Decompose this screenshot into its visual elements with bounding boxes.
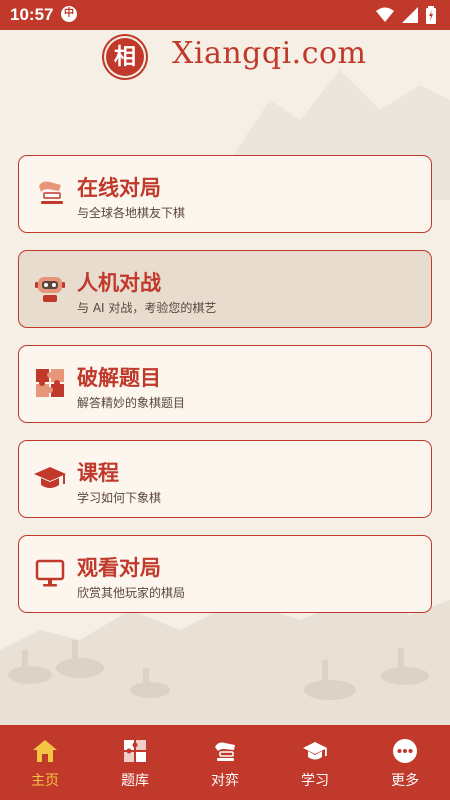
nav-more[interactable]: 更多 bbox=[360, 725, 450, 800]
menu-card-subtitle: 与 AI 对战，考验您的棋艺 bbox=[77, 301, 217, 315]
menu-card-subtitle: 解答精妙的象棋题目 bbox=[77, 396, 186, 410]
puzzle-icon bbox=[124, 740, 146, 762]
nav-label: 学习 bbox=[301, 773, 329, 789]
nav-home[interactable]: 主页 bbox=[0, 725, 90, 800]
play-icon bbox=[215, 742, 235, 761]
status-bar: 10:57 中 bbox=[0, 0, 450, 30]
menu-card-vs-computer[interactable]: 人机对战 与 AI 对战，考验您的棋艺 bbox=[18, 250, 432, 328]
nav-label: 主页 bbox=[31, 773, 59, 789]
menu-card-subtitle: 与全球各地棋友下棋 bbox=[77, 206, 186, 220]
menu-card-lessons[interactable]: 课程 学习如何下象棋 bbox=[18, 440, 432, 518]
home-icon bbox=[33, 740, 57, 762]
wifi-icon bbox=[376, 7, 394, 22]
monitor-icon bbox=[35, 559, 65, 587]
menu-card-title: 观看对局 bbox=[77, 556, 161, 580]
menu-card-online-play[interactable]: 在线对局 与全球各地棋友下棋 bbox=[18, 155, 432, 233]
nav-play[interactable]: 对弈 bbox=[180, 725, 270, 800]
notification-badge: 中 bbox=[61, 6, 77, 22]
menu-card-title: 人机对战 bbox=[77, 271, 161, 295]
header: 相 Xiangqi.com bbox=[0, 30, 450, 90]
menu-card-title: 破解题目 bbox=[77, 366, 161, 390]
graduation-cap-icon bbox=[303, 742, 327, 760]
nav-learn[interactable]: 学习 bbox=[270, 725, 360, 800]
graduation-cap-icon bbox=[34, 467, 66, 488]
puzzle-icon bbox=[36, 369, 64, 397]
nav-label: 对弈 bbox=[211, 773, 239, 789]
robot-icon bbox=[35, 277, 65, 302]
cell-signal-icon bbox=[402, 7, 418, 23]
brand-title: Xiangqi.com bbox=[172, 36, 367, 71]
menu-card-puzzles[interactable]: 破解题目 解答精妙的象棋题目 bbox=[18, 345, 432, 423]
menu-card-title: 在线对局 bbox=[77, 176, 161, 200]
menu-card-watch-games[interactable]: 观看对局 欣赏其他玩家的棋局 bbox=[18, 535, 432, 613]
bottom-nav: 主页 题库 对弈 学习 更多 bbox=[0, 725, 450, 800]
nav-label: 题库 bbox=[121, 773, 149, 789]
menu-card-title: 课程 bbox=[77, 461, 119, 485]
menu-card-subtitle: 学习如何下象棋 bbox=[77, 491, 162, 505]
more-icon bbox=[393, 739, 417, 763]
logo: 相 bbox=[106, 38, 144, 76]
battery-icon bbox=[426, 6, 436, 24]
nav-puzzles[interactable]: 题库 bbox=[90, 725, 180, 800]
online-play-icon bbox=[39, 181, 63, 204]
status-time: 10:57 bbox=[10, 5, 54, 24]
menu-list: 在线对局 与全球各地棋友下棋 人机对战 与 AI 对战，考验您的棋艺 破解题目 … bbox=[18, 155, 432, 630]
menu-card-subtitle: 欣赏其他玩家的棋局 bbox=[77, 586, 186, 600]
nav-label: 更多 bbox=[391, 773, 419, 789]
